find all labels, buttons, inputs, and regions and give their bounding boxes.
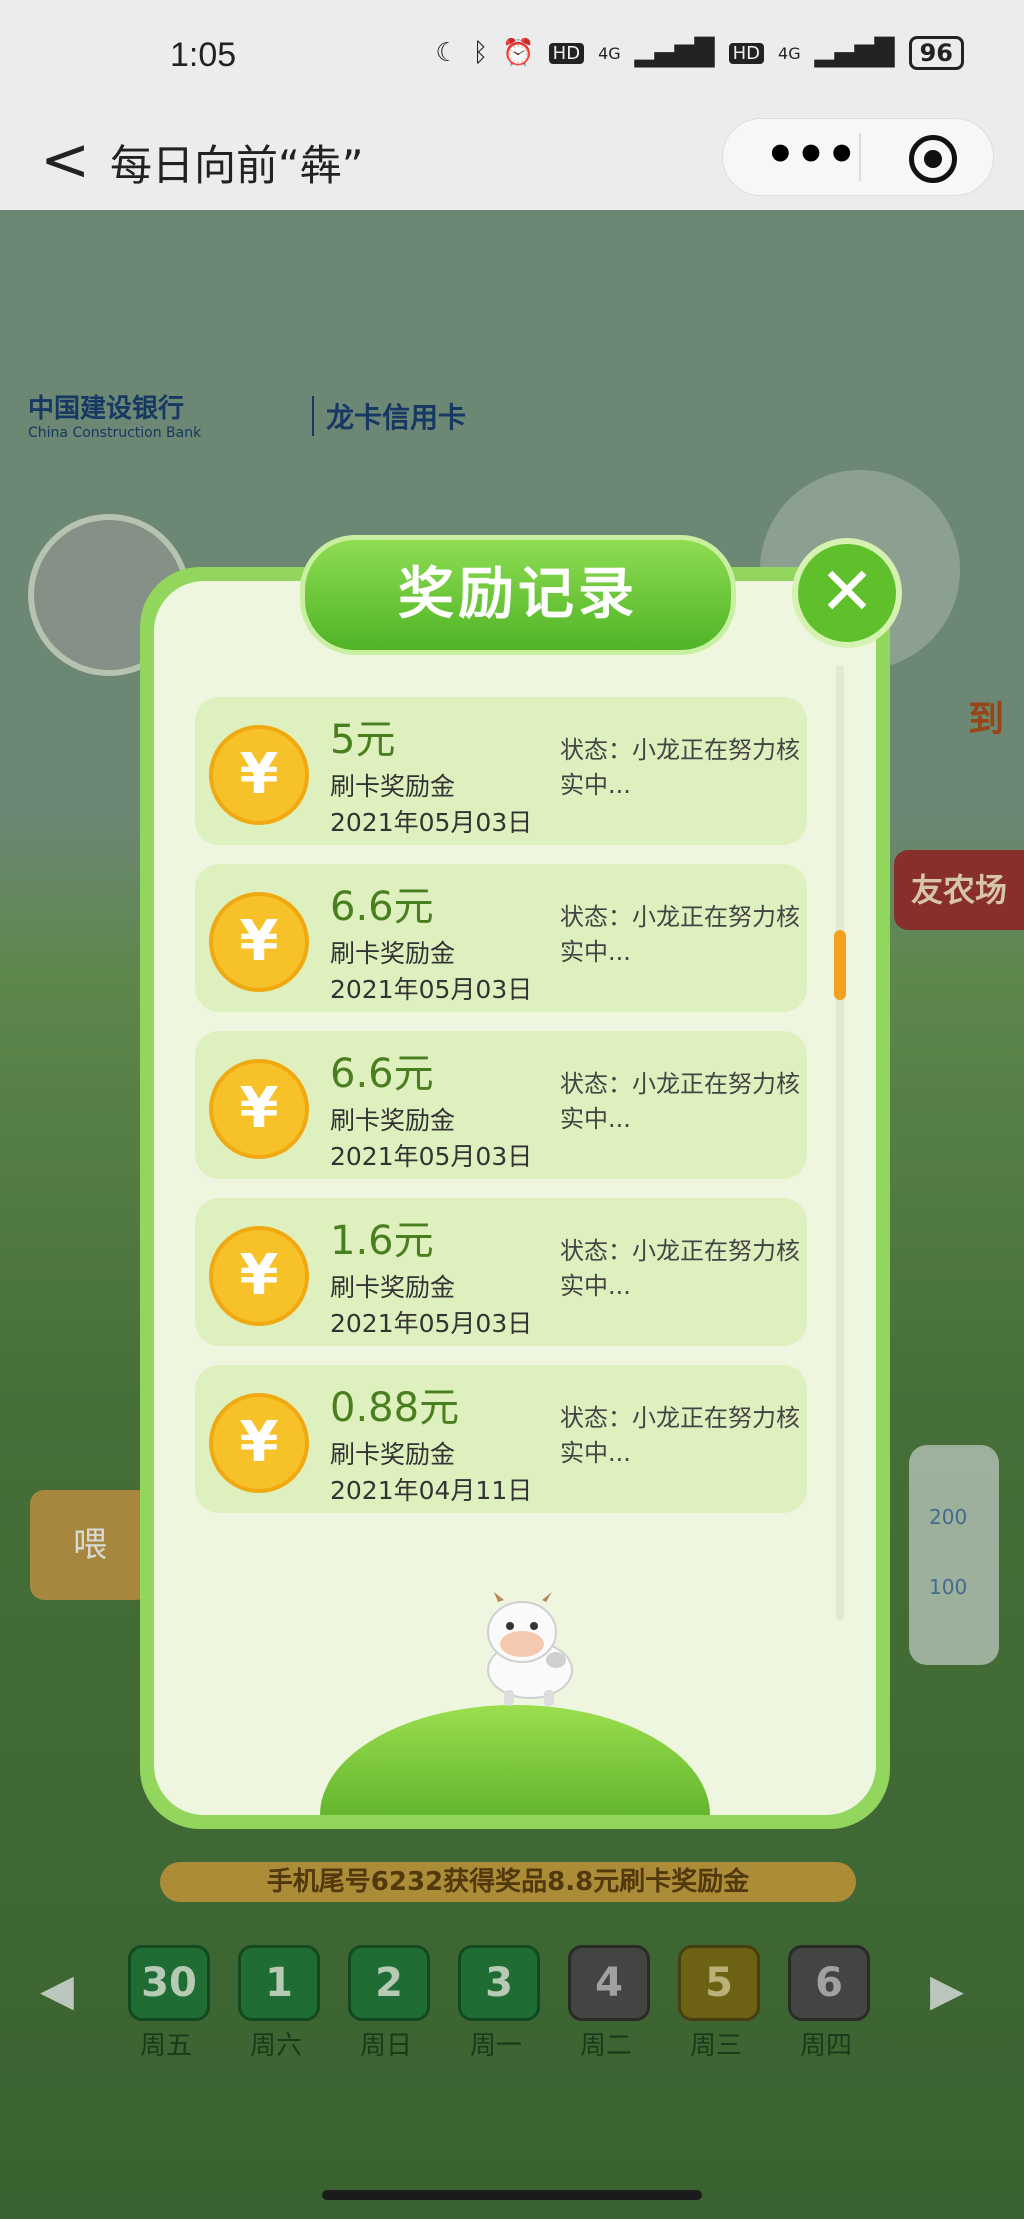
record-status: 状态：小龙正在努力核实中... — [560, 1237, 800, 1300]
record-amount: 0.88元 — [330, 1385, 460, 1431]
cow-mascot-icon — [487, 1592, 573, 1706]
scrollbar-track[interactable] — [836, 665, 844, 1620]
status-time: 1:05 — [170, 36, 237, 74]
record-amount: 5元 — [330, 717, 396, 763]
record-item: ¥ 1.6元 刷卡奖励金 2021年05月03日 状态：小龙正在努力核实中... — [195, 1198, 807, 1346]
coin-icon: ¥ — [209, 1059, 309, 1159]
record-status: 状态：小龙正在努力核实中... — [560, 736, 800, 799]
record-type: 刷卡奖励金 — [330, 939, 456, 968]
record-amount: 1.6元 — [330, 1218, 434, 1264]
more-dots-icon[interactable]: ••• — [765, 127, 857, 183]
signal-icon-2: ▂▄▆█ — [814, 38, 895, 68]
record-date: 2021年05月03日 — [330, 1142, 533, 1171]
record-type: 刷卡奖励金 — [330, 1440, 456, 1469]
moon-icon: ☾ — [435, 38, 459, 68]
battery-indicator: 96 — [908, 36, 964, 70]
coin-icon: ¥ — [209, 725, 309, 825]
nav-bar: < 每日向前“犇” ••• — [0, 110, 1024, 210]
record-date: 2021年05月03日 — [330, 975, 533, 1004]
record-item: ¥ 0.88元 刷卡奖励金 2021年04月11日 状态：小龙正在努力核实中..… — [195, 1365, 807, 1513]
record-item: ¥ 5元 刷卡奖励金 2021年05月03日 状态：小龙正在努力核实中... — [195, 697, 807, 845]
record-date: 2021年04月11日 — [330, 1476, 533, 1505]
modal-title: 奖励记录 — [300, 535, 736, 655]
record-date: 2021年05月03日 — [330, 808, 533, 837]
capsule-divider — [859, 133, 861, 181]
hd-badge-1: HD — [548, 42, 585, 64]
coin-icon: ¥ — [209, 892, 309, 992]
bluetooth-icon: ᛒ — [472, 38, 489, 68]
record-item: ¥ 6.6元 刷卡奖励金 2021年05月03日 状态：小龙正在努力核实中... — [195, 1031, 807, 1179]
coin-icon: ¥ — [209, 1226, 309, 1326]
mini-program-capsule: ••• — [722, 118, 994, 196]
record-type: 刷卡奖励金 — [330, 1106, 456, 1135]
hd-badge-2: HD — [728, 42, 765, 64]
home-indicator — [322, 2190, 702, 2200]
network-label-2: 4G — [778, 43, 801, 63]
record-status: 状态：小龙正在努力核实中... — [560, 903, 800, 966]
record-date: 2021年05月03日 — [330, 1309, 533, 1338]
record-amount: 6.6元 — [330, 1051, 434, 1097]
target-icon[interactable] — [909, 135, 957, 183]
record-status: 状态：小龙正在努力核实中... — [560, 1070, 800, 1133]
page-title: 每日向前“犇” — [110, 141, 364, 190]
record-item: ¥ 6.6元 刷卡奖励金 2021年05月03日 状态：小龙正在努力核实中... — [195, 864, 807, 1012]
status-icons: ☾ ᛒ ⏰ HD 4G ▂▄▆█ HD 4G ▂▄▆█ 96 — [435, 36, 964, 70]
back-icon[interactable]: < — [40, 120, 90, 200]
scrollbar-thumb[interactable] — [834, 930, 846, 1000]
network-label-1: 4G — [598, 43, 621, 63]
coin-icon: ¥ — [209, 1393, 309, 1493]
close-icon[interactable]: ✕ — [792, 538, 902, 648]
record-amount: 6.6元 — [330, 884, 434, 930]
record-type: 刷卡奖励金 — [330, 772, 456, 801]
alarm-icon: ⏰ — [502, 38, 535, 68]
record-type: 刷卡奖励金 — [330, 1273, 456, 1302]
status-bar: 1:05 ☾ ᛒ ⏰ HD 4G ▂▄▆█ HD 4G ▂▄▆█ 96 — [0, 0, 1024, 110]
signal-icon: ▂▄▆█ — [634, 38, 715, 68]
record-status: 状态：小龙正在努力核实中... — [560, 1404, 800, 1467]
